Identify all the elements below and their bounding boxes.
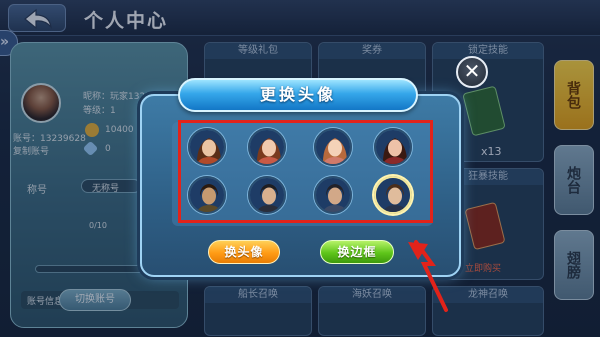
- avatar-grid-highlight: [178, 120, 433, 223]
- close-icon: ✕: [463, 59, 481, 83]
- red-arrow-pointer: [408, 240, 448, 312]
- change-avatar-button[interactable]: 换头像: [208, 240, 280, 264]
- game-screen: 个人中心 » 昵称：玩家1323... 等级：1 账号：13239628 复制账…: [0, 0, 600, 337]
- close-button[interactable]: ✕: [456, 56, 488, 88]
- dialog-header: 更换头像: [178, 78, 418, 112]
- dialog-title: 更换头像: [259, 85, 336, 104]
- change-frame-button[interactable]: 换边框: [320, 240, 394, 264]
